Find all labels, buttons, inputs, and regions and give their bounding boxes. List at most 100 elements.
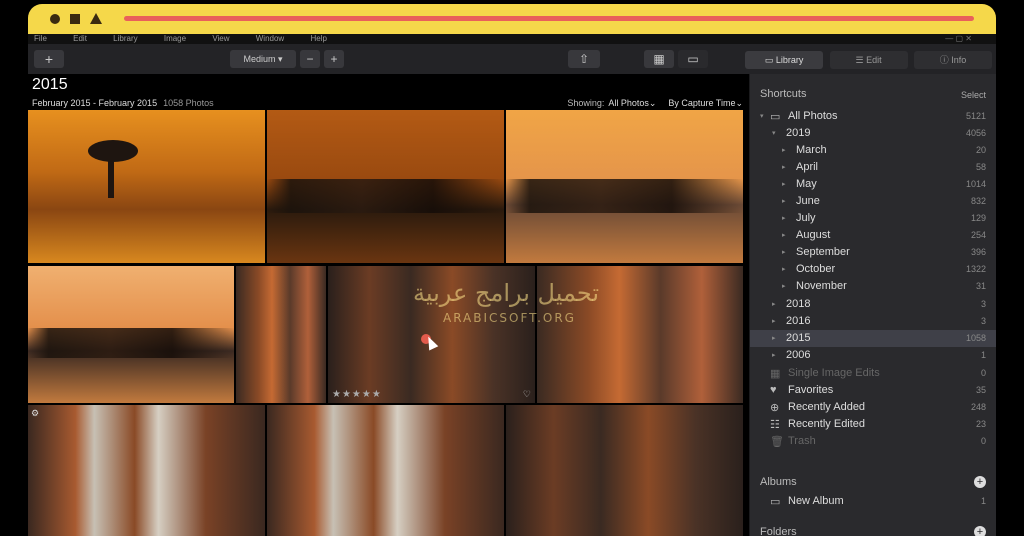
sort-controls: Showing: All Photos⌄ By Capture Time⌄	[567, 98, 743, 109]
sidebar-item-recently-added[interactable]: ⊕ Recently Added 248	[750, 399, 996, 416]
grid-view-icon[interactable]: ▦	[644, 50, 674, 68]
tab-edit[interactable]: ☰ Edit	[829, 51, 908, 69]
chevron-right-icon: ▸	[772, 352, 776, 359]
chevron-right-icon: ▸	[782, 266, 786, 273]
sort-order[interactable]: By Capture Time⌄	[668, 98, 743, 108]
photo-grid-area: 2015 February 2015 - February 2015 1058 P…	[28, 74, 749, 536]
chevron-right-icon: ▸	[772, 335, 776, 342]
toolbar: + Medium ▾ − + ⇧ ▦ ▭ ▭ Library ☰ Edit ⓘ …	[28, 44, 996, 74]
albums-header: Albums	[760, 476, 797, 488]
sidebar-item-october[interactable]: ▸ October 1322	[750, 261, 996, 278]
square-icon	[70, 14, 80, 24]
grid-icon: ▦	[770, 368, 781, 380]
sidebar-item-2015[interactable]: ▸ 2015 1058	[750, 330, 996, 347]
treeline	[267, 178, 504, 213]
photo-thumbnail[interactable]	[28, 266, 234, 403]
watermark-latin: ARABICSOFT.ORG	[443, 311, 576, 325]
photos-icon: ▭	[770, 111, 781, 123]
plus-circle-icon: ⊕	[770, 402, 780, 414]
app-window: File Edit Library Image View Window Help…	[28, 34, 996, 536]
sidebar-item-all-photos[interactable]: ▾ ▭ All Photos 5121	[750, 108, 996, 125]
menu-library[interactable]: Library	[113, 34, 137, 44]
chevron-right-icon: ▸	[782, 181, 786, 188]
chevron-right-icon: ▸	[782, 249, 786, 256]
add-album-icon[interactable]: +	[974, 476, 986, 488]
chevron-right-icon: ▸	[782, 232, 786, 239]
sidebar-item-july[interactable]: ▸ July 129	[750, 210, 996, 227]
window-controls[interactable]: — ▢ ✕	[945, 34, 972, 44]
zoom-out-button[interactable]: −	[300, 50, 320, 68]
sidebar-item-september[interactable]: ▸ September 396	[750, 244, 996, 261]
sidebar-item-march[interactable]: ▸ March 20	[750, 142, 996, 159]
chevron-down-icon: ▾	[772, 130, 776, 137]
photo-thumbnail[interactable]: ⚙	[28, 405, 265, 536]
sidebar-item-august[interactable]: ▸ August 254	[750, 227, 996, 244]
sidebar-item-2006[interactable]: ▸ 2006 1	[750, 347, 996, 364]
tab-info[interactable]: ⓘ Info	[914, 51, 992, 69]
treeline	[28, 327, 234, 358]
sidebar-item-trash[interactable]: 🗑 Trash 0	[750, 433, 996, 450]
circle-icon	[50, 14, 60, 24]
single-view-icon[interactable]: ▭	[678, 50, 708, 68]
sidebar-item-2016[interactable]: ▸ 2016 3	[750, 313, 996, 330]
share-icon[interactable]: ⇧	[568, 50, 600, 68]
sidebar-item-recently-edited[interactable]: ☷ Recently Edited 23	[750, 416, 996, 433]
zoom-value: Medium	[243, 54, 276, 64]
sidebar-item-november[interactable]: ▸ November 31	[750, 278, 996, 295]
menu-help[interactable]: Help	[310, 34, 326, 44]
sidebar-item-new-album[interactable]: ▭ New Album 1	[750, 493, 996, 510]
photo-thumbnail[interactable]	[28, 110, 265, 263]
adjustments-icon: ⚙	[31, 408, 40, 418]
heart-icon: ♥	[770, 384, 777, 396]
menu-window[interactable]: Window	[256, 34, 284, 44]
star-rating[interactable]: ★★★★★	[332, 389, 382, 400]
photo-thumbnail[interactable]	[267, 405, 504, 536]
sidebar-item-2018[interactable]: ▸ 2018 3	[750, 296, 996, 313]
chevron-right-icon: ▸	[782, 215, 786, 222]
tab-library[interactable]: ▭ Library	[745, 51, 824, 69]
chevron-right-icon: ▸	[772, 318, 776, 325]
add-button[interactable]: +	[34, 50, 64, 68]
library-icon: ▭	[764, 55, 774, 65]
menu-image[interactable]: Image	[164, 34, 186, 44]
chevron-right-icon: ▸	[782, 147, 786, 154]
menu-view[interactable]: View	[212, 34, 229, 44]
sidebar-item-single-image-edits[interactable]: ▦ Single Image Edits 0	[750, 365, 996, 382]
photo-thumbnail[interactable]	[236, 266, 326, 403]
menu-edit[interactable]: Edit	[73, 34, 87, 44]
sliders-icon: ☰	[855, 55, 864, 65]
mode-tabs: ▭ Library ☰ Edit ⓘ Info	[743, 50, 992, 69]
zoom-in-button[interactable]: +	[324, 50, 344, 68]
photo-thumbnail[interactable]	[506, 110, 743, 263]
chevron-down-icon: ▾	[760, 113, 764, 120]
add-folder-icon[interactable]: +	[974, 526, 986, 536]
select-button[interactable]: Select	[961, 90, 986, 100]
zoom-select[interactable]: Medium ▾	[230, 50, 296, 68]
showing-filter[interactable]: All Photos⌄	[608, 98, 656, 108]
photo-thumbnail[interactable]	[267, 110, 504, 263]
watermark: تحميل برامج عربية ARABICSOFT.ORG	[363, 279, 663, 329]
sidebar-item-may[interactable]: ▸ May 1014	[750, 176, 996, 193]
chevron-right-icon: ▸	[772, 301, 776, 308]
chevron-down-icon: ▾	[278, 54, 283, 64]
date-range: February 2015 - February 2015	[32, 98, 158, 108]
decorative-line	[124, 16, 974, 21]
menu-bar: File Edit Library Image View Window Help…	[28, 34, 996, 44]
folders-header: Folders	[760, 526, 797, 536]
trash-icon: 🗑	[770, 436, 784, 448]
chevron-right-icon: ▸	[782, 198, 786, 205]
library-sidebar: Shortcuts Select ▾ ▭ All Photos 5121 ▾ 2…	[750, 74, 996, 536]
heart-icon[interactable]: ♡	[523, 389, 531, 400]
photo-count: 1058 Photos	[163, 98, 214, 108]
album-icon: ▭	[770, 496, 781, 508]
shortcuts-header: Shortcuts	[760, 88, 807, 100]
photo-thumbnail[interactable]	[506, 405, 743, 536]
treeline	[506, 178, 743, 213]
sidebar-item-april[interactable]: ▸ April 58	[750, 159, 996, 176]
triangle-icon	[90, 13, 102, 24]
sidebar-item-2019[interactable]: ▾ 2019 4056	[750, 125, 996, 142]
menu-file[interactable]: File	[34, 34, 47, 44]
sidebar-item-june[interactable]: ▸ June 832	[750, 193, 996, 210]
chevron-right-icon: ▸	[782, 164, 786, 171]
sidebar-item-favorites[interactable]: ♥ Favorites 35	[750, 382, 996, 399]
